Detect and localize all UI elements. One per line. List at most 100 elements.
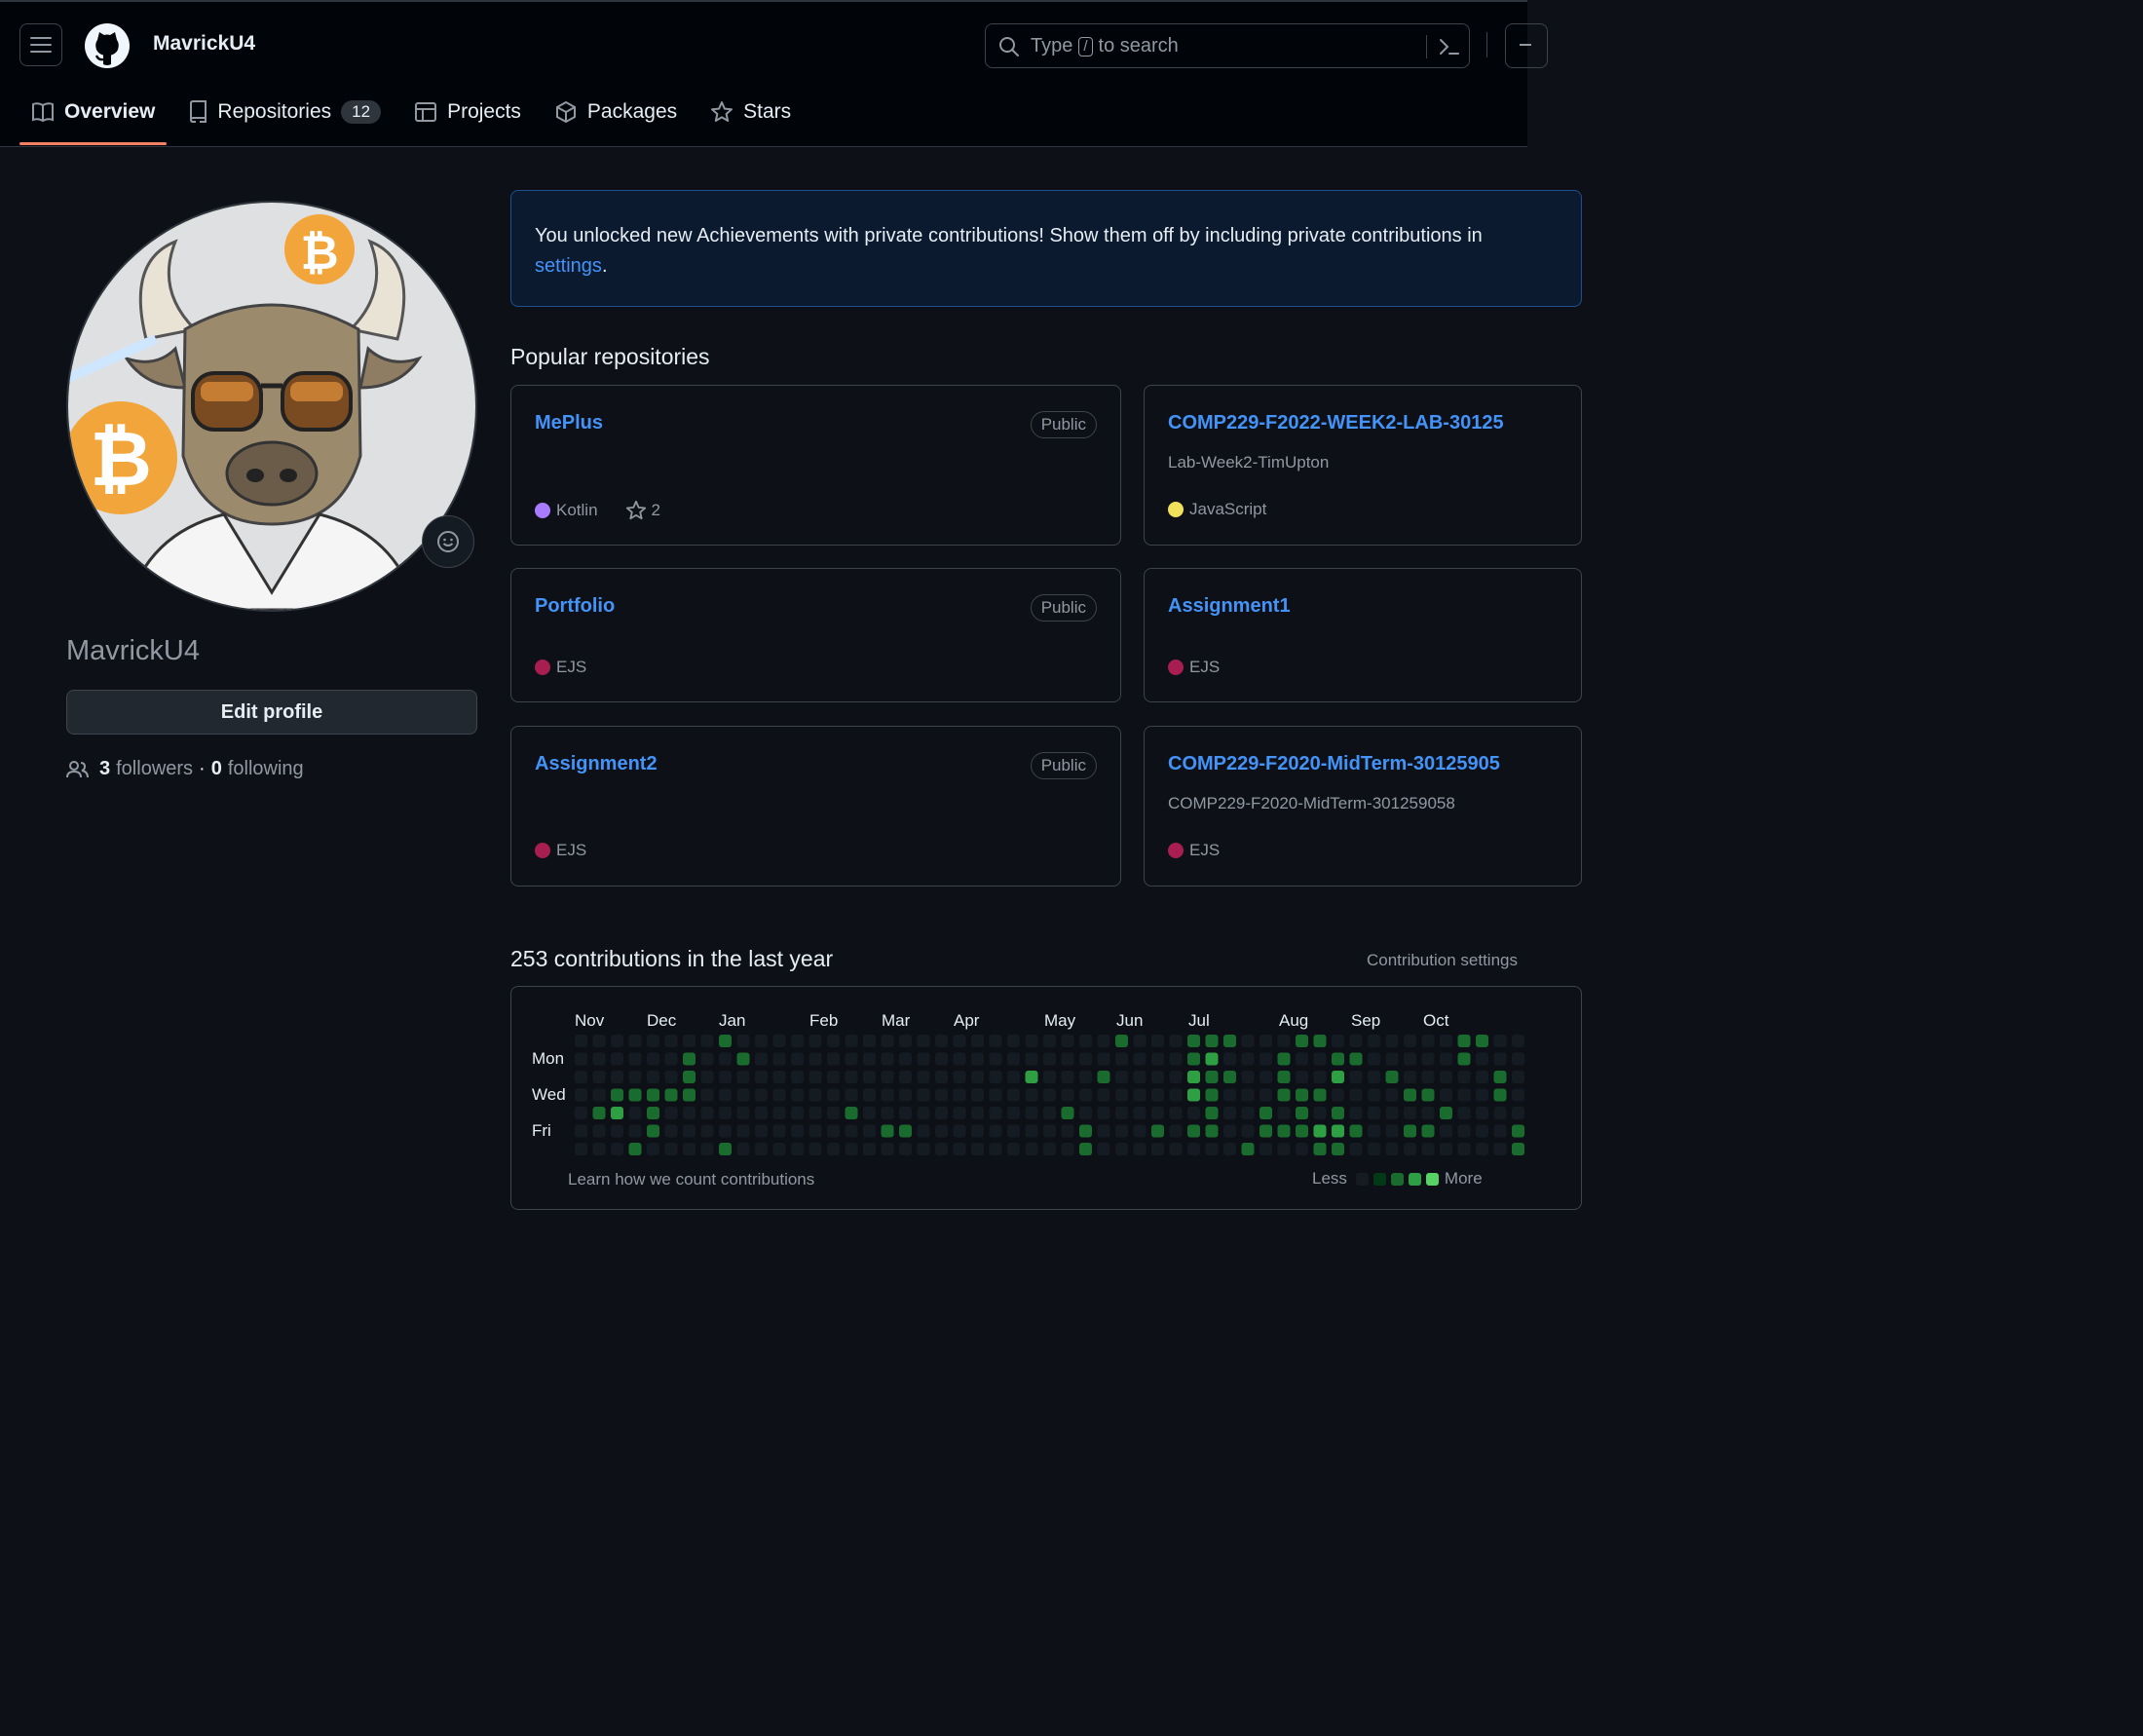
contribution-day[interactable] bbox=[1133, 1107, 1147, 1119]
contribution-day[interactable] bbox=[845, 1088, 858, 1102]
contribution-day[interactable] bbox=[917, 1088, 930, 1102]
contribution-day[interactable] bbox=[1007, 1124, 1020, 1138]
repo-name-link[interactable]: COMP229-F2020-MidTerm-30125905 bbox=[1168, 753, 1500, 775]
contribution-day[interactable] bbox=[1476, 1143, 1488, 1155]
tab-projects[interactable]: Projects bbox=[402, 90, 533, 134]
contribution-day[interactable] bbox=[1512, 1052, 1524, 1066]
contribution-day[interactable] bbox=[1385, 1052, 1399, 1066]
contribution-day[interactable] bbox=[1043, 1088, 1056, 1102]
contribution-day[interactable] bbox=[1259, 1071, 1272, 1083]
contribution-day[interactable] bbox=[989, 1052, 1002, 1066]
contribution-day[interactable] bbox=[935, 1035, 948, 1047]
contribution-day[interactable] bbox=[700, 1052, 714, 1066]
contribution-day[interactable] bbox=[592, 1035, 606, 1047]
contribution-day[interactable] bbox=[791, 1107, 804, 1119]
contribution-day[interactable] bbox=[808, 1035, 822, 1047]
command-palette-icon[interactable] bbox=[1439, 36, 1460, 57]
contribution-day[interactable] bbox=[1277, 1088, 1291, 1102]
contribution-day[interactable] bbox=[1223, 1052, 1236, 1066]
set-status-button[interactable] bbox=[422, 515, 474, 568]
contribution-day[interactable] bbox=[1404, 1107, 1416, 1119]
contribution-day[interactable] bbox=[1440, 1124, 1452, 1138]
contribution-day[interactable] bbox=[628, 1088, 642, 1102]
contribution-day[interactable] bbox=[1223, 1143, 1236, 1155]
contribution-day[interactable] bbox=[1440, 1071, 1452, 1083]
contribution-day[interactable] bbox=[611, 1052, 623, 1066]
contribution-day[interactable] bbox=[664, 1124, 678, 1138]
contribution-day[interactable] bbox=[917, 1143, 930, 1155]
contribution-day[interactable] bbox=[1277, 1071, 1291, 1083]
contribution-day[interactable] bbox=[1313, 1143, 1327, 1155]
contribution-day[interactable] bbox=[1169, 1124, 1183, 1138]
contribution-day[interactable] bbox=[1259, 1088, 1272, 1102]
contribution-day[interactable] bbox=[1007, 1052, 1020, 1066]
contribution-day[interactable] bbox=[1332, 1052, 1344, 1066]
contribution-day[interactable] bbox=[1512, 1035, 1524, 1047]
contribution-day[interactable] bbox=[755, 1143, 768, 1155]
contribution-day[interactable] bbox=[1349, 1088, 1363, 1102]
contribution-day[interactable] bbox=[1097, 1143, 1110, 1155]
contribution-day[interactable] bbox=[772, 1052, 786, 1066]
contribution-day[interactable] bbox=[1476, 1035, 1488, 1047]
contribution-day[interactable] bbox=[1025, 1107, 1038, 1119]
contribution-day[interactable] bbox=[1368, 1071, 1380, 1083]
contribution-day[interactable] bbox=[592, 1124, 606, 1138]
contribution-day[interactable] bbox=[1332, 1071, 1344, 1083]
contribution-day[interactable] bbox=[1007, 1035, 1020, 1047]
contribution-day[interactable] bbox=[628, 1052, 642, 1066]
contribution-day[interactable] bbox=[1115, 1071, 1128, 1083]
contribution-day[interactable] bbox=[1457, 1052, 1471, 1066]
contribution-day[interactable] bbox=[935, 1143, 948, 1155]
contribution-day[interactable] bbox=[808, 1052, 822, 1066]
contribution-day[interactable] bbox=[1205, 1088, 1219, 1102]
contribution-day[interactable] bbox=[1241, 1035, 1255, 1047]
contribution-day[interactable] bbox=[664, 1071, 678, 1083]
contribution-day[interactable] bbox=[683, 1107, 696, 1119]
contribution-day[interactable] bbox=[953, 1071, 966, 1083]
contribution-day[interactable] bbox=[1368, 1107, 1380, 1119]
contribution-day[interactable] bbox=[881, 1143, 894, 1155]
contribution-day[interactable] bbox=[1421, 1035, 1435, 1047]
contribution-day[interactable] bbox=[1241, 1143, 1255, 1155]
contribution-day[interactable] bbox=[628, 1124, 642, 1138]
contribution-day[interactable] bbox=[971, 1071, 984, 1083]
contribution-day[interactable] bbox=[1457, 1071, 1471, 1083]
contribution-day[interactable] bbox=[647, 1107, 659, 1119]
repo-name-link[interactable]: Assignment1 bbox=[1168, 595, 1291, 618]
contribution-day[interactable] bbox=[592, 1107, 606, 1119]
contribution-day[interactable] bbox=[1061, 1143, 1074, 1155]
contribution-day[interactable] bbox=[1332, 1124, 1344, 1138]
contribution-day[interactable] bbox=[683, 1088, 696, 1102]
contribution-day[interactable] bbox=[1349, 1052, 1363, 1066]
contribution-day[interactable] bbox=[1368, 1052, 1380, 1066]
contribution-day[interactable] bbox=[575, 1143, 587, 1155]
contribution-day[interactable] bbox=[935, 1124, 948, 1138]
contribution-day[interactable] bbox=[863, 1052, 876, 1066]
contribution-day[interactable] bbox=[1313, 1071, 1327, 1083]
contribution-day[interactable] bbox=[1151, 1107, 1164, 1119]
contribution-day[interactable] bbox=[899, 1107, 912, 1119]
contribution-day[interactable] bbox=[863, 1035, 876, 1047]
contribution-day[interactable] bbox=[1349, 1107, 1363, 1119]
contribution-day[interactable] bbox=[1205, 1071, 1219, 1083]
contribution-day[interactable] bbox=[1421, 1124, 1435, 1138]
contribution-day[interactable] bbox=[1169, 1071, 1183, 1083]
contribution-day[interactable] bbox=[1151, 1035, 1164, 1047]
contribution-day[interactable] bbox=[1169, 1107, 1183, 1119]
contribution-day[interactable] bbox=[953, 1143, 966, 1155]
contribution-day[interactable] bbox=[1404, 1071, 1416, 1083]
edit-profile-button[interactable]: Edit profile bbox=[66, 690, 477, 735]
contribution-day[interactable] bbox=[935, 1052, 948, 1066]
contribution-day[interactable] bbox=[611, 1124, 623, 1138]
contribution-day[interactable] bbox=[700, 1107, 714, 1119]
contribution-day[interactable] bbox=[700, 1088, 714, 1102]
contribution-day[interactable] bbox=[1241, 1052, 1255, 1066]
contribution-day[interactable] bbox=[1493, 1071, 1507, 1083]
contribution-day[interactable] bbox=[575, 1124, 587, 1138]
contribution-day[interactable] bbox=[863, 1124, 876, 1138]
contribution-day[interactable] bbox=[647, 1088, 659, 1102]
contribution-day[interactable] bbox=[1151, 1071, 1164, 1083]
contribution-day[interactable] bbox=[575, 1107, 587, 1119]
contribution-day[interactable] bbox=[1043, 1107, 1056, 1119]
contribution-day[interactable] bbox=[1296, 1071, 1308, 1083]
